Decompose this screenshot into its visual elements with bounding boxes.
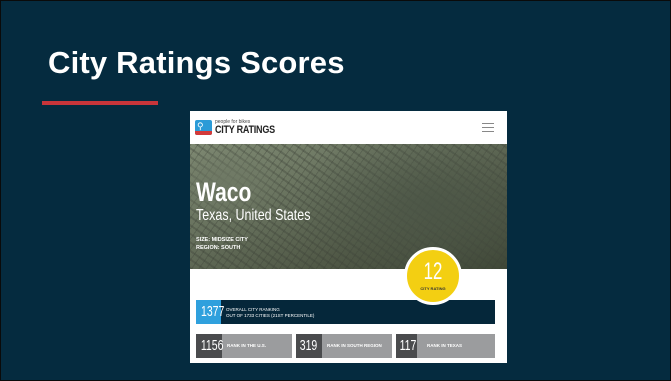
- hero-aerial-map: Waco Texas, United States SIZE: MIDSIZE …: [190, 144, 507, 269]
- rank-south-label: RANK IN SOUTH REGION: [327, 343, 382, 348]
- bike-icon[interactable]: ⚲: [195, 120, 212, 135]
- rank-us-value: 1156: [196, 334, 223, 358]
- city-name: Waco: [196, 177, 252, 207]
- state-country: Texas, United States: [196, 207, 311, 224]
- city-ratings-screenshot: ⚲ people for bikes CITY RATINGS Waco Tex…: [190, 111, 507, 363]
- rank-us-label: RANK IN THE U.S.: [227, 343, 267, 348]
- city-rating-value: 12: [423, 258, 443, 285]
- city-region: REGION: SOUTH: [196, 245, 241, 251]
- city-size: SIZE: MIDSIZE CITY: [196, 237, 248, 243]
- city-rating-label: CITY RATING: [420, 286, 446, 291]
- overall-rank-value: 1377: [196, 300, 224, 324]
- overall-rank-sublabel: OUT OF 1733 CITIES (21ST PERCENTILE): [226, 313, 315, 318]
- site-header: ⚲ people for bikes CITY RATINGS: [190, 111, 507, 144]
- rank-south-box: 319 RANK IN SOUTH REGION: [296, 334, 392, 358]
- rank-texas-box: 117 RANK IN TEXAS: [396, 334, 495, 358]
- rank-texas-label: RANK IN TEXAS: [427, 343, 463, 348]
- rank-texas-value: 117: [396, 334, 417, 358]
- slide: City Ratings Scores ⚲ people for bikes C…: [0, 0, 671, 381]
- logo-title[interactable]: CITY RATINGS: [215, 124, 275, 136]
- rank-us-box: 1156 RANK IN THE U.S.: [196, 334, 292, 358]
- overall-ranking-bar: 1377 OVERALL CITY RANKING OUT OF 1733 CI…: [196, 300, 495, 324]
- hamburger-menu-icon[interactable]: [482, 123, 494, 132]
- slide-title: City Ratings Scores: [48, 45, 345, 80]
- overall-rank-label: OVERALL CITY RANKING: [226, 307, 280, 312]
- rank-south-value: 319: [296, 334, 322, 358]
- title-underline: [42, 101, 158, 105]
- city-rating-badge: 12 CITY RATING: [404, 247, 462, 305]
